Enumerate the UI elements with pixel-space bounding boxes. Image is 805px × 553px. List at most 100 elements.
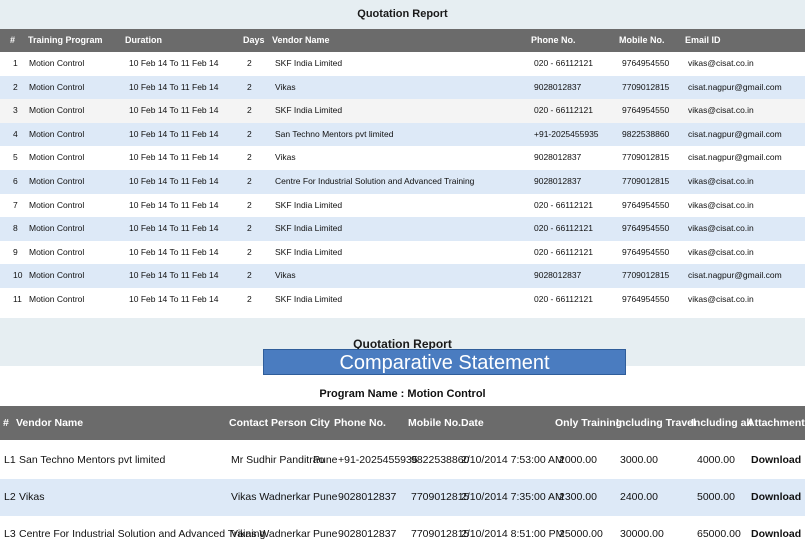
cell-including-travel: 30000.00: [620, 528, 664, 540]
cell-email: cisat.nagpur@gmail.com: [688, 152, 782, 163]
cell-email: vikas@cisat.co.in: [688, 58, 754, 68]
header-only-training: Only Training: [555, 417, 623, 429]
table-row: 7 Motion Control 10 Feb 14 To 11 Feb 14 2 SK…: [0, 193, 805, 218]
cell-email: vikas@cisat.co.in: [688, 246, 754, 257]
cell-days: 2: [247, 270, 252, 281]
cell-date: 2/10/2014 7:53:00 AM: [461, 454, 564, 466]
cell-mobile: 7709012815: [622, 270, 670, 281]
cell-phone: 020 - 66112121: [534, 293, 593, 304]
quotation-table-body: 1 Motion Control 10 Feb 14 To 11 Feb 14 2 SK…: [0, 52, 805, 312]
download-link[interactable]: Download: [751, 479, 801, 516]
cell-including-all: 65000.00: [697, 528, 741, 540]
table-row: 8 Motion Control 10 Feb 14 To 11 Feb 14 2 SK…: [0, 217, 805, 241]
table-row: L2 Vikas Vikas Wadnerkar Pune 9028012837 7709…: [0, 479, 805, 516]
cell-row-index: 6: [13, 175, 18, 186]
comparative-panel: Quotation Report Comparative Statement P…: [0, 318, 805, 553]
cell-phone: +91-2025455935: [338, 454, 418, 466]
header-rank: #: [3, 417, 9, 429]
quotation-table-header: # Training Program Duration Days Vendor …: [0, 29, 805, 52]
cell-days: 2: [247, 81, 252, 92]
cell-training-program: Motion Control: [29, 175, 85, 186]
program-name-label: Program Name : Motion Control: [319, 388, 486, 400]
download-link[interactable]: Download: [751, 516, 801, 553]
cell-vendor-name: SKF India Limited: [275, 58, 343, 68]
header-including-all: Including all: [691, 417, 753, 429]
cell-mobile: 9764954550: [622, 293, 670, 304]
cell-phone: 9028012837: [534, 175, 582, 186]
quotation-report-panel: Quotation Report # Training Program Dura…: [0, 0, 805, 318]
header-including-travel: Including Travel: [616, 417, 696, 429]
cell-row-index: 2: [13, 81, 18, 92]
cell-including-all: 5000.00: [697, 491, 735, 503]
cell-phone: 9028012837: [534, 81, 582, 92]
cell-only-training: 25000.00: [559, 528, 603, 540]
cell-including-travel: 2400.00: [620, 491, 658, 503]
cell-vendor-name: Vikas: [19, 491, 45, 503]
cell-training-program: Motion Control: [29, 152, 85, 163]
header-index: #: [10, 35, 16, 45]
cell-row-index: 7: [13, 199, 18, 210]
cell-phone: 9028012837: [338, 491, 397, 503]
header-phone: Phone No.: [334, 417, 386, 429]
header-training-program: Training Program: [28, 35, 103, 45]
cell-days: 2: [247, 246, 252, 257]
cell-mobile: 9764954550: [622, 223, 670, 234]
cell-days: 2: [247, 293, 252, 304]
cell-mobile: 7709012815: [622, 152, 670, 163]
cell-row-index: 11: [13, 293, 22, 304]
header-phone: Phone No.: [531, 35, 576, 45]
cell-days: 2: [247, 175, 252, 186]
cell-vendor-name: SKF India Limited: [275, 223, 343, 234]
cell-mobile: 9764954550: [622, 105, 670, 116]
cell-duration: 10 Feb 14 To 11 Feb 14: [129, 58, 219, 68]
table-row: 5 Motion Control 10 Feb 14 To 11 Feb 14 2 Vi…: [0, 146, 805, 170]
header-email: Email ID: [685, 35, 721, 45]
cell-email: vikas@cisat.co.in: [688, 293, 754, 304]
cell-duration: 10 Feb 14 To 11 Feb 14: [129, 246, 219, 257]
cell-duration: 10 Feb 14 To 11 Feb 14: [129, 81, 219, 92]
cell-days: 2: [247, 128, 252, 139]
table-row: 4 Motion Control 10 Feb 14 To 11 Feb 14 2 Sa…: [0, 122, 805, 147]
table-row: 11 Motion Control 10 Feb 14 To 11 Feb 14 2 S…: [0, 287, 805, 312]
cell-row-index: 9: [13, 246, 18, 257]
cell-vendor-name: SKF India Limited: [275, 293, 343, 304]
cell-training-program: Motion Control: [29, 246, 85, 257]
cell-phone: 9028012837: [534, 152, 582, 163]
cell-vendor-name: SKF India Limited: [275, 105, 343, 116]
cell-duration: 10 Feb 14 To 11 Feb 14: [129, 223, 219, 234]
cell-phone: 020 - 66112121: [534, 223, 593, 234]
table-row: L1 San Techno Mentors pvt limited Mr Sudhi…: [0, 442, 805, 479]
cell-date: 2/10/2014 7:35:00 AM: [461, 491, 564, 503]
cell-including-travel: 3000.00: [620, 454, 658, 466]
cell-mobile: 9822538860: [622, 128, 670, 139]
cell-days: 2: [247, 152, 252, 163]
cell-days: 2: [247, 105, 252, 116]
cell-phone: 020 - 66112121: [534, 246, 593, 257]
cell-phone: +91-2025455935: [534, 128, 599, 139]
table-row: 9 Motion Control 10 Feb 14 To 11 Feb 14 2 SK…: [0, 240, 805, 265]
cell-training-program: Motion Control: [29, 81, 85, 92]
cell-only-training: 2000.00: [559, 454, 597, 466]
cell-city: Pune: [313, 454, 338, 466]
cell-only-training: 2300.00: [559, 491, 597, 503]
cell-rank: L3: [4, 528, 16, 540]
cell-training-program: Motion Control: [29, 270, 85, 281]
cell-email: vikas@cisat.co.in: [688, 199, 754, 210]
quotation-report-title: Quotation Report: [0, 0, 805, 29]
comparative-table-body: L1 San Techno Mentors pvt limited Mr Sudhi…: [0, 442, 805, 553]
cell-duration: 10 Feb 14 To 11 Feb 14: [129, 105, 219, 116]
download-link[interactable]: Download: [751, 442, 801, 479]
cell-days: 2: [247, 58, 252, 68]
cell-including-all: 4000.00: [697, 454, 735, 466]
cell-contact-person: Vikas Wadnerkar: [231, 491, 311, 503]
cell-duration: 10 Feb 14 To 11 Feb 14: [129, 270, 219, 281]
cell-training-program: Motion Control: [29, 223, 85, 234]
cell-phone: 020 - 66112121: [534, 105, 593, 116]
cell-row-index: 3: [13, 105, 18, 116]
cell-duration: 10 Feb 14 To 11 Feb 14: [129, 199, 219, 210]
cell-row-index: 1: [13, 58, 18, 68]
cell-email: vikas@cisat.co.in: [688, 223, 754, 234]
cell-email: cisat.nagpur@gmail.com: [688, 128, 782, 139]
header-city: City: [310, 417, 330, 429]
cell-vendor-name: Vikas: [275, 81, 296, 92]
